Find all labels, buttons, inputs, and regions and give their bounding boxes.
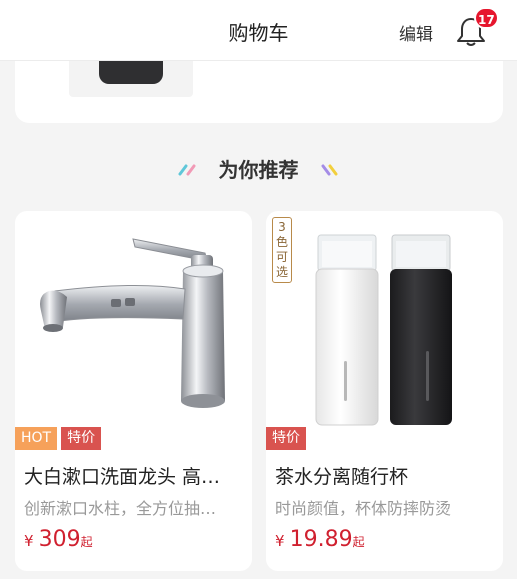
notification-badge: 17 xyxy=(474,7,499,29)
sale-tag: 特价 xyxy=(266,427,306,450)
product-tags: HOT 特价 xyxy=(15,427,102,451)
notification-button[interactable]: 17 xyxy=(455,7,499,48)
product-image xyxy=(15,211,252,426)
product-price: ¥ 19.89起 xyxy=(275,527,365,552)
product-name: 茶水分离随行杯 xyxy=(275,466,409,488)
product-description: 时尚颜值，杯体防摔防烫 xyxy=(275,499,452,518)
product-name: 大白漱口洗面龙头 高… xyxy=(24,466,221,488)
product-description: 创新漱口水柱，全方位抽… xyxy=(24,499,217,518)
page-title: 购物车 xyxy=(228,21,289,45)
recommend-heading: 为你推荐 xyxy=(0,154,517,182)
recommend-title: 为你推荐 xyxy=(218,158,299,182)
currency-symbol: ¥ xyxy=(24,532,34,550)
product-price: ¥ 309起 xyxy=(24,527,93,552)
hot-tag: HOT xyxy=(15,427,58,450)
top-bar: 购物车 编辑 17 xyxy=(0,0,517,61)
color-options-badge: 3色可选 xyxy=(272,217,292,283)
tea-bottles-image xyxy=(315,234,452,426)
stripes-right-icon xyxy=(321,164,338,175)
price-suffix: 起 xyxy=(80,535,93,549)
currency-symbol: ¥ xyxy=(275,532,285,550)
product-card[interactable]: HOT 特价 大白漱口洗面龙头 高… 创新漱口水柱，全方位抽… ¥ 309起 xyxy=(15,211,252,571)
product-tags: 特价 xyxy=(266,427,306,451)
product-image: 3色可选 xyxy=(266,211,503,426)
faucet-image xyxy=(40,238,225,408)
stripes-left-icon xyxy=(178,164,196,175)
price-value: 19.89 xyxy=(289,527,353,552)
edit-button[interactable]: 编辑 xyxy=(399,20,433,45)
sale-tag: 特价 xyxy=(61,427,102,450)
product-card[interactable]: 3色可选 特价 茶水分离随行杯 时尚颜值，杯体防摔防烫 ¥ 19.89起 xyxy=(266,211,503,571)
price-value: 309 xyxy=(38,527,81,552)
price-suffix: 起 xyxy=(352,535,365,549)
